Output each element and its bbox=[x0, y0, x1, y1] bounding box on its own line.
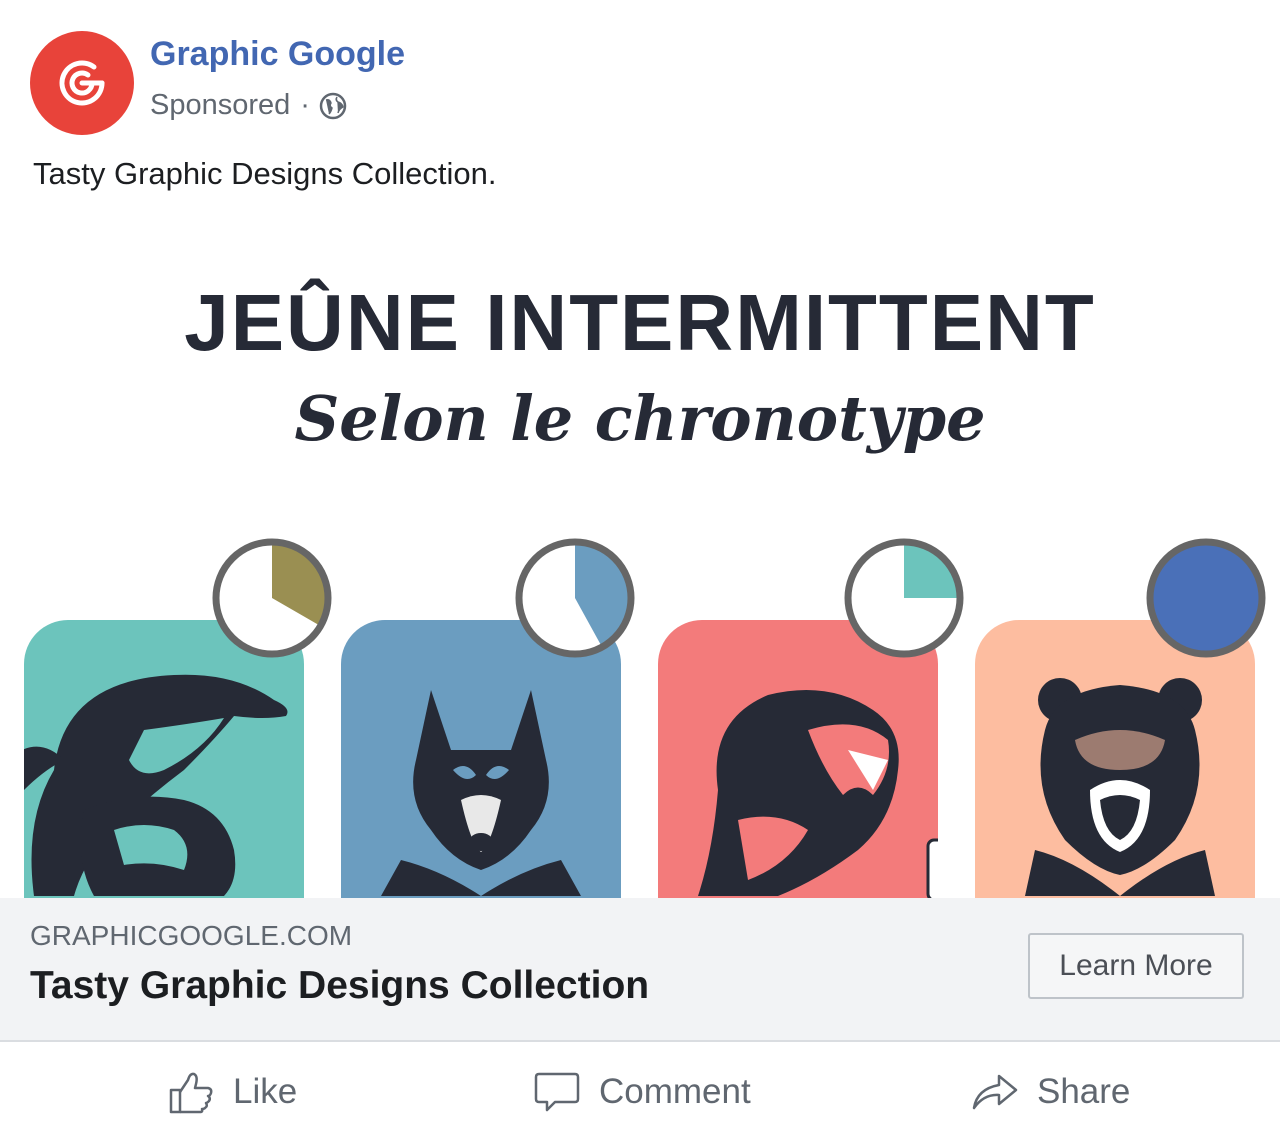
wolf-card bbox=[341, 620, 621, 898]
learn-more-button[interactable]: Learn More bbox=[1028, 933, 1244, 999]
dolphin-clock-icon bbox=[212, 538, 332, 658]
creative-subheadline: Selon le chronotype bbox=[294, 382, 986, 455]
page-name-link[interactable]: Graphic Google bbox=[150, 35, 405, 74]
comment-icon bbox=[534, 1072, 580, 1112]
lion-icon bbox=[698, 690, 938, 898]
bear-card bbox=[975, 620, 1255, 898]
post-actions: Like Comment Share bbox=[0, 1042, 1280, 1145]
graphic-google-logo-icon bbox=[59, 60, 105, 106]
avatar[interactable] bbox=[30, 31, 134, 135]
post-text: Tasty Graphic Designs Collection. bbox=[33, 156, 497, 191]
wolf-clock-icon bbox=[515, 538, 635, 658]
share-button[interactable]: Share bbox=[971, 1068, 1130, 1116]
link-domain: GRAPHICGOOGLE.COM bbox=[30, 920, 353, 951]
link-preview[interactable]: GRAPHICGOOGLE.COM Tasty Graphic Designs … bbox=[0, 898, 1280, 1042]
comment-label: Comment bbox=[599, 1072, 751, 1111]
sponsored-label[interactable]: Sponsored bbox=[150, 89, 290, 122]
like-label: Like bbox=[233, 1072, 298, 1111]
lion-clock-icon bbox=[844, 538, 964, 658]
comment-button[interactable]: Comment bbox=[533, 1068, 751, 1116]
dolphin-card bbox=[24, 620, 304, 898]
like-button[interactable]: Like bbox=[167, 1068, 297, 1116]
globe-icon bbox=[319, 92, 347, 119]
post-meta: Sponsored · bbox=[150, 89, 348, 122]
post-header: Graphic Google Sponsored · bbox=[30, 31, 1230, 135]
wolf-icon bbox=[381, 690, 581, 896]
ad-creative-image[interactable]: JEÛNE INTERMITTENT Selon le chronotype bbox=[0, 222, 1280, 898]
meta-separator: · bbox=[300, 89, 310, 121]
creative-headline: JEÛNE INTERMITTENT bbox=[184, 278, 1096, 367]
bear-icon bbox=[1025, 678, 1215, 896]
link-title[interactable]: Tasty Graphic Designs Collection bbox=[30, 964, 649, 1008]
lion-card bbox=[658, 620, 938, 898]
thumbs-up-icon bbox=[169, 1072, 213, 1114]
dolphin-icon bbox=[24, 674, 288, 896]
share-label: Share bbox=[1037, 1072, 1131, 1111]
share-arrow-icon bbox=[972, 1074, 1018, 1110]
bear-clock-icon bbox=[1146, 538, 1266, 658]
